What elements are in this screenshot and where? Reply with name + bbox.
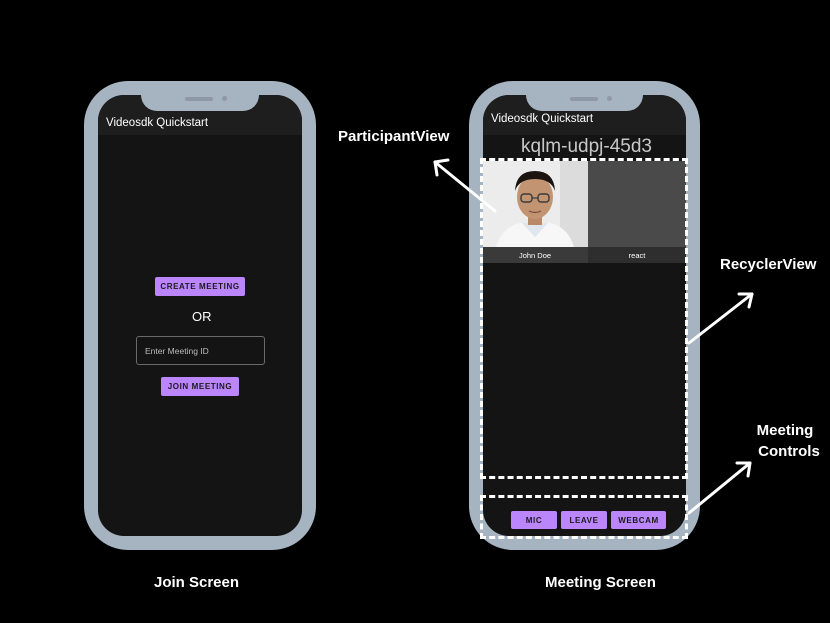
- recycler-view-arrow: [687, 292, 754, 345]
- annotation-arrows: [433, 158, 754, 515]
- meeting-screen-caption: Meeting Screen: [545, 574, 656, 591]
- participant-view-arrow: [433, 160, 497, 213]
- join-screen-caption: Join Screen: [154, 574, 240, 591]
- meeting-controls-arrow: [687, 461, 752, 515]
- meeting-controls-label-line1: Meeting: [756, 422, 814, 439]
- participant-view-label: ParticipantView: [338, 128, 450, 145]
- recycler-view-label: RecyclerView: [720, 256, 817, 273]
- meeting-controls-label-line2: Controls: [758, 443, 820, 460]
